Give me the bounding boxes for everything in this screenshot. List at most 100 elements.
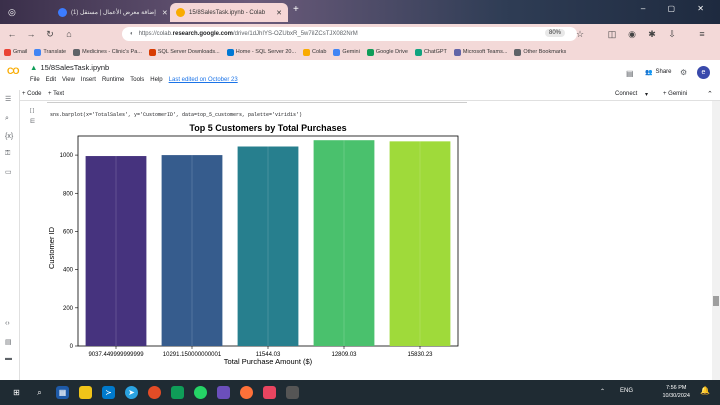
bookmark-item[interactable]: Medicines - Clinic's Pa...: [73, 48, 142, 56]
window-menu-icon[interactable]: ◎: [2, 3, 26, 22]
bookmark-item[interactable]: ChatGPT: [414, 48, 447, 56]
y-tick-label: 800: [63, 191, 74, 197]
bookmark-favicon-icon: [4, 48, 11, 56]
avatar[interactable]: e: [697, 66, 710, 79]
new-tab-button[interactable]: +: [293, 4, 299, 15]
menu-view[interactable]: View: [62, 77, 75, 83]
bookmark-favicon-icon: [303, 48, 311, 56]
secrets-key-icon[interactable]: ⚿: [5, 150, 10, 158]
variables-icon[interactable]: {x}: [5, 133, 13, 140]
bookmark-item[interactable]: Home - SQL Server 20...: [226, 48, 297, 56]
bookmark-item[interactable]: SQL Server Downloads...: [148, 48, 220, 56]
window-controls[interactable]: – ▢ ✕: [641, 4, 714, 13]
telegram-icon[interactable]: ➤: [125, 386, 138, 399]
y-tick-label: 200: [63, 306, 74, 312]
app-icon[interactable]: [171, 386, 184, 399]
bookmark-item[interactable]: Translate: [34, 48, 66, 56]
x-tick-label: 9037.449999999999: [88, 352, 144, 358]
extensions-icon[interactable]: ✱: [645, 29, 659, 40]
shield-icon: ◐: [130, 31, 134, 37]
menu-edit[interactable]: Edit: [46, 77, 56, 83]
colab-logo[interactable]: CO: [7, 66, 19, 76]
settings-gear-icon[interactable]: ⚙: [680, 68, 687, 77]
back-arrow-icon[interactable]: ←: [5, 29, 19, 39]
bookmark-favicon-icon: [226, 48, 234, 56]
pocket-icon[interactable]: ◫: [605, 29, 619, 40]
connect-dropdown-icon[interactable]: ▾: [645, 91, 648, 98]
drive-icon: ▲: [30, 63, 38, 72]
bookmark-label: ChatGPT: [423, 49, 447, 55]
menu-bar: File Edit View Insert Runtime Tools Help…: [30, 77, 244, 83]
account-icon[interactable]: ◉: [625, 29, 639, 40]
folder-icon[interactable]: ▭: [5, 168, 12, 176]
add-code-button[interactable]: + Code: [22, 91, 42, 97]
system-tray-chevron-icon[interactable]: ⌃: [600, 388, 605, 395]
scrollbar-thumb[interactable]: [713, 296, 719, 306]
bookmark-favicon-icon: [453, 48, 461, 56]
menu-help[interactable]: Help: [150, 77, 162, 83]
x-tick-label: 11544.03: [256, 352, 281, 358]
tab-favicon-icon: [58, 8, 67, 17]
menu-insert[interactable]: Insert: [81, 77, 96, 83]
chrome-icon[interactable]: [148, 386, 161, 399]
bookmark-label: Home - SQL Server 20...: [235, 49, 297, 55]
close-icon[interactable]: ✕: [270, 9, 282, 17]
toc-icon[interactable]: ☰: [5, 95, 11, 103]
cell-run-bracket[interactable]: [ ]: [30, 108, 34, 114]
menu-runtime[interactable]: Runtime: [102, 77, 124, 83]
menu-file[interactable]: File: [30, 77, 40, 83]
home-icon[interactable]: ⌂: [62, 29, 76, 39]
code-cell-text[interactable]: sns.barplot(x='TotalSales', y='CustomerI…: [50, 112, 302, 118]
gemini-button[interactable]: + Gemini: [663, 91, 687, 97]
bookmark-item[interactable]: Other Bookmarks: [514, 48, 566, 56]
bookmark-item[interactable]: Gemini: [333, 48, 360, 56]
forward-arrow-icon[interactable]: →: [24, 29, 38, 39]
task-view-icon[interactable]: ▦: [56, 386, 69, 399]
bookmark-item[interactable]: Google Drive: [366, 48, 408, 56]
tab-mostaql[interactable]: (1) إضافة معرض الأعمال | مستقل ✕: [52, 3, 170, 22]
firefox-icon[interactable]: [240, 386, 253, 399]
x-tick-label: 12809.03: [331, 352, 357, 358]
clock[interactable]: 7:56 PM 10/30/2024: [662, 384, 690, 400]
notebook-title[interactable]: ▲ 15/8SalesTask.ipynb: [30, 63, 109, 72]
reload-icon[interactable]: ↻: [43, 29, 57, 40]
bookmark-item[interactable]: Gmail: [4, 48, 27, 56]
menu-tools[interactable]: Tools: [130, 77, 144, 83]
zoom-level-badge[interactable]: 80%: [544, 29, 565, 37]
search-icon[interactable]: ⌕: [5, 115, 9, 123]
app-icon[interactable]: [263, 386, 276, 399]
language-indicator[interactable]: ENG: [620, 388, 633, 394]
app-icon[interactable]: [217, 386, 230, 399]
vertical-scrollbar[interactable]: [712, 101, 720, 380]
bookmark-favicon-icon: [34, 48, 42, 56]
windows-start-icon[interactable]: ⊞: [10, 386, 23, 399]
comment-icon[interactable]: ▤: [626, 69, 634, 78]
collapse-icon[interactable]: ⌃: [707, 90, 713, 98]
file-explorer-icon[interactable]: [79, 386, 92, 399]
search-icon[interactable]: ⌕: [33, 386, 46, 399]
whatsapp-icon[interactable]: [194, 386, 207, 399]
bookmark-item[interactable]: Colab: [303, 48, 326, 56]
y-axis-label: Customer ID: [47, 226, 56, 269]
browser-toolbar: ← → ↻ ⌂ ◐ https://colab.research.google.…: [0, 24, 720, 44]
menu-icon[interactable]: ≡: [695, 29, 709, 39]
app-icon[interactable]: [286, 386, 299, 399]
notifications-icon[interactable]: 🔔: [700, 386, 710, 395]
code-snippets-icon[interactable]: ‹›: [5, 320, 10, 327]
bookmark-item[interactable]: Microsoft Teams...: [453, 48, 507, 56]
terminal-icon[interactable]: ▬: [5, 355, 12, 362]
last-edited-link[interactable]: Last edited on October 23: [169, 77, 238, 83]
output-menu-icon[interactable]: ⋿: [30, 118, 35, 125]
y-tick-label: 400: [63, 268, 74, 274]
command-palette-icon[interactable]: ▤: [5, 338, 12, 346]
star-icon[interactable]: ☆: [573, 29, 587, 40]
address-bar[interactable]: ◐ https://colab.research.google.com/driv…: [122, 27, 577, 41]
connect-button[interactable]: Connect: [615, 91, 637, 97]
add-text-button[interactable]: + Text: [48, 91, 64, 97]
tab-colab[interactable]: 15/8SalesTask.ipynb - Colab ✕: [170, 3, 288, 22]
download-icon[interactable]: ⇩: [665, 29, 679, 40]
bookmark-label: Gemini: [342, 49, 360, 55]
vscode-icon[interactable]: ≻: [102, 386, 115, 399]
close-icon[interactable]: ✕: [156, 9, 168, 17]
share-button[interactable]: 👥 Share: [645, 69, 672, 76]
